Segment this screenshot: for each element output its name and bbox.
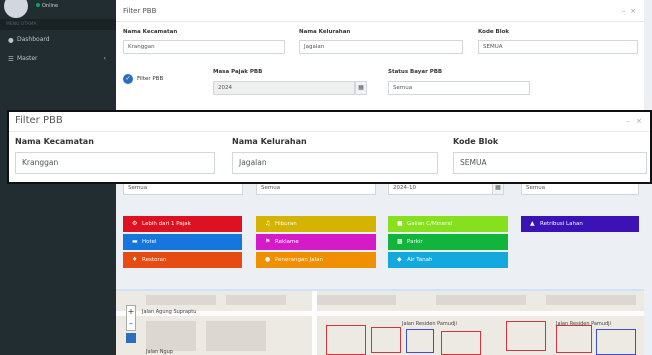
map-parcel[interactable]	[506, 321, 546, 351]
zoom-overlay-panel: Filter PBB – × Nama Kecamatan Kranggan N…	[7, 110, 652, 184]
map-parcel[interactable]	[596, 329, 636, 355]
btn-reklame[interactable]: ⚑ Reklame	[256, 234, 376, 250]
map-building	[226, 295, 286, 305]
overlay-kelurahan-select[interactable]: Jagalan	[232, 152, 438, 174]
map-road	[312, 291, 317, 355]
map-building	[206, 321, 266, 351]
chevron-left-icon: ‹	[103, 55, 106, 62]
user-status: Online	[36, 2, 58, 9]
kelurahan-select[interactable]: Jagalan	[299, 40, 463, 54]
map-building	[146, 321, 196, 351]
btn-retribusi-lahan[interactable]: ▲ Retribusi Lahan	[521, 216, 639, 232]
btn-galian[interactable]: ■ Galian C/Mineral	[388, 216, 508, 232]
btn-hotel[interactable]: ▬ Hotel	[123, 234, 242, 250]
kecamatan-label: Nama Kecamatan	[123, 29, 178, 35]
status-bayar-label: Status Bayar PBB	[388, 69, 443, 75]
panel-header: Filter PBB – ×	[116, 0, 644, 22]
food-icon: ♦	[132, 256, 138, 263]
panel-tools: – ×	[622, 7, 636, 15]
menu-header: MENU UTAMA	[0, 19, 116, 30]
map-label: Jalan Agung Supraptu	[142, 309, 197, 315]
close-icon[interactable]: ×	[636, 117, 642, 125]
overlay-title: Filter PBB	[15, 115, 63, 126]
drop-icon: ◆	[397, 256, 402, 263]
calendar-icon[interactable]: ▦	[355, 81, 367, 95]
check-circle-icon[interactable]: ✓	[123, 74, 133, 84]
map-parcel[interactable]	[326, 325, 366, 355]
overlay-tools: – ×	[626, 117, 642, 125]
bulb-icon: ●	[265, 256, 271, 263]
car-icon: ▩	[397, 238, 403, 245]
map-building	[546, 295, 636, 305]
map-building	[436, 295, 526, 305]
overlay-kecamatan-label: Nama Kecamatan	[15, 137, 94, 146]
kode-blok-select[interactable]: SEMUA	[478, 40, 638, 54]
btn-parkir[interactable]: ▩ Parkir	[388, 234, 508, 250]
sidebar-item-label: Master	[17, 55, 38, 62]
close-icon[interactable]: ×	[630, 7, 636, 15]
bell-icon: ▲	[530, 220, 535, 227]
map-parcel[interactable]	[406, 329, 434, 353]
overlay-kode-blok-label: Kode Blok	[453, 137, 499, 146]
filter-checkbox-label: Filter PBB	[137, 76, 164, 82]
zoom-in-button[interactable]: +	[127, 306, 135, 318]
zoom-control: + –	[126, 305, 136, 331]
btn-penerangan-jalan[interactable]: ● Penerangan Jalan	[256, 252, 376, 268]
map-building	[316, 295, 396, 305]
gear-icon: ⚙	[132, 220, 138, 227]
zoom-out-button[interactable]: –	[127, 318, 135, 330]
user-panel: Online	[0, 0, 116, 19]
map-label: Jalan Ngup	[146, 349, 174, 355]
overlay-kode-blok-select[interactable]: SEMUA	[453, 152, 647, 174]
btn-restoran[interactable]: ♦ Restoran	[123, 252, 242, 268]
flag-icon: ⚑	[265, 238, 271, 245]
layers-icon[interactable]	[126, 333, 136, 343]
status-bayar-select[interactable]: Semua	[388, 81, 530, 95]
overlay-kelurahan-label: Nama Kelurahan	[232, 137, 307, 146]
minimize-icon[interactable]: –	[626, 117, 630, 125]
overlay-divider	[9, 131, 650, 132]
masa-pajak-input[interactable]: 2024	[213, 81, 355, 95]
bed-icon: ▬	[132, 238, 138, 245]
map-view[interactable]: + – Jalan Agung Supraptu Jalan Residen P…	[116, 289, 644, 355]
kode-blok-label: Kode Blok	[478, 29, 510, 35]
btn-hiburan[interactable]: ♫ Hiburan	[256, 216, 376, 232]
minimize-icon[interactable]: –	[622, 7, 626, 15]
sidebar-item-master[interactable]: ☰ Master ‹	[0, 49, 116, 68]
map-parcel[interactable]	[556, 325, 592, 353]
map-label: Jalan Residen Pamudji	[402, 321, 457, 327]
btn-lebih-dari-1-pajak[interactable]: ⚙ Lebih dari 1 Pajak	[123, 216, 242, 232]
btn-air-tanah[interactable]: ◆ Air Tanah	[388, 252, 508, 268]
dashboard-icon: ●	[8, 35, 14, 44]
map-parcel[interactable]	[441, 331, 481, 355]
sidebar-item-dashboard[interactable]: ● Dashboard	[0, 30, 116, 49]
truck-icon: ■	[397, 220, 403, 227]
list-icon: ☰	[8, 54, 14, 63]
online-dot-icon	[36, 2, 40, 7]
map-parcel[interactable]	[371, 327, 401, 353]
kelurahan-label: Nama Kelurahan	[299, 29, 351, 35]
map-label: Jalan Residen Pamudji	[556, 321, 611, 327]
avatar	[4, 0, 28, 18]
overlay-kecamatan-select[interactable]: Kranggan	[15, 152, 215, 174]
filter-panel: Filter PBB – × Nama Kecamatan Kranggan N…	[116, 0, 644, 120]
panel-title: Filter PBB	[123, 7, 157, 15]
kecamatan-select[interactable]: Kranggan	[123, 40, 285, 54]
music-icon: ♫	[265, 220, 271, 227]
sidebar-item-label: Dashboard	[17, 36, 50, 43]
map-building	[146, 295, 216, 305]
masa-pajak-label: Masa Pajak PBB	[213, 69, 263, 75]
